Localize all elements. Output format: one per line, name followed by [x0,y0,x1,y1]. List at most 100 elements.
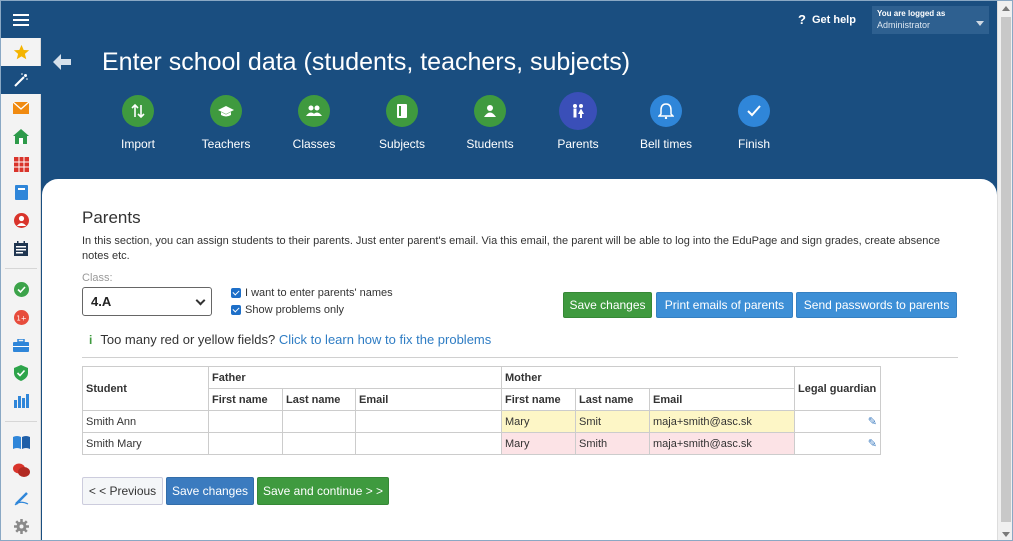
svg-text:1+: 1+ [16,314,26,322]
grade-badge-icon: 1+ [13,309,29,325]
parents-table: Student Father Mother Legal guardian Fir… [82,366,881,455]
mother-last-input[interactable]: Smith [575,432,650,455]
sidebar-item-settings[interactable] [1,512,41,540]
father-last-input[interactable] [282,410,356,433]
father-email-input[interactable] [355,410,502,433]
person-icon [474,95,506,127]
class-select[interactable]: 4.A [82,287,212,316]
user-menu[interactable]: You are logged as Administrator [872,6,989,34]
gear-icon [13,518,29,534]
scroll-up-icon[interactable] [1002,6,1010,11]
sidebar-item-security[interactable] [1,359,41,387]
shield-icon [14,365,28,381]
menu-icon[interactable] [1,1,41,38]
sidebar-item-favorites[interactable] [1,38,41,66]
open-book-icon [12,435,30,449]
father-last-input[interactable] [282,432,356,455]
sidebar-item-attendance[interactable] [1,275,41,303]
sidebar-item-messages[interactable] [1,94,41,122]
chevron-down-icon [195,295,206,306]
notepad-icon [14,240,28,256]
father-last-header: Last name [282,388,356,411]
pencil-icon[interactable]: ✎ [868,415,877,428]
graduation-cap-icon [210,95,242,127]
info-line: i Too many red or yellow fields? Click t… [89,332,491,347]
content-card: Parents In this section, you can assign … [42,179,997,540]
fix-problems-link[interactable]: Click to learn how to fix the problems [279,332,491,347]
problems-only-checkbox[interactable]: Show problems only [231,304,344,316]
step-subjects[interactable]: Subjects [357,95,447,151]
mother-email-input[interactable]: maja+smith@asc.sk [649,410,795,433]
back-arrow-icon[interactable] [52,52,72,72]
mother-email-header: Email [649,388,795,411]
briefcase-icon [13,338,29,352]
info-text: Too many red or yellow fields? Click to … [100,332,491,347]
class-value: 4.A [91,294,112,309]
scroll-thumb[interactable] [1001,17,1011,522]
print-emails-button[interactable]: Print emails of parents [656,292,793,318]
sidebar-item-notes[interactable] [1,234,41,262]
step-label: Classes [292,137,336,151]
sidebar-item-home[interactable] [1,122,41,150]
step-classes[interactable]: Classes [269,95,359,151]
save-changes-button[interactable]: Save changes [563,292,652,318]
pencil-icon[interactable]: ✎ [868,437,877,450]
wizard-header: Enter school data (students, teachers, s… [42,38,997,193]
step-parents[interactable]: Parents [533,92,623,151]
step-label: Finish [737,137,770,151]
get-help-button[interactable]: ? Get help [798,12,856,27]
step-import[interactable]: Import [93,95,183,151]
top-bar: ? Get help You are logged as Administrat… [1,1,1012,38]
sidebar-item-users[interactable] [1,206,41,234]
chevron-down-icon [976,21,984,26]
sidebar-item-timetable[interactable] [1,150,41,178]
step-teachers[interactable]: Teachers [181,95,271,151]
mother-email-input[interactable]: maja+smith@asc.sk [649,432,795,455]
save-changes-bottom-button[interactable]: Save changes [166,477,254,505]
checkbox-label: I want to enter parents' names [245,287,393,299]
step-label: Students [466,137,514,151]
sidebar-item-book[interactable] [1,178,41,206]
section-title: Parents [82,208,141,227]
scroll-down-icon[interactable] [1002,532,1010,537]
vertical-scrollbar[interactable] [997,1,1012,540]
mother-first-header: First name [501,388,576,411]
sidebar-item-wizard[interactable] [1,66,41,94]
mother-last-header: Last name [575,388,650,411]
send-passwords-button[interactable]: Send passwords to parents [796,292,957,318]
mother-first-input[interactable]: Mary [501,410,576,433]
chat-bubbles-icon [12,463,30,477]
step-label: Subjects [378,137,426,151]
previous-button[interactable]: < < Previous [82,477,163,505]
sidebar: 1+ [1,38,41,540]
step-finish[interactable]: Finish [709,95,799,151]
father-first-input[interactable] [208,432,283,455]
sidebar-item-library[interactable] [1,428,41,456]
book-icon [14,184,28,200]
enter-names-checkbox[interactable]: I want to enter parents' names [231,287,393,299]
sidebar-item-statistics[interactable] [1,387,41,415]
mother-header: Mother [501,366,795,389]
sidebar-item-tools[interactable] [1,331,41,359]
step-label: Parents [557,137,599,151]
sidebar-item-grades[interactable]: 1+ [1,303,41,331]
mother-first-input[interactable]: Mary [501,432,576,455]
mother-last-input[interactable]: Smit [575,410,650,433]
parents-icon [559,92,597,130]
father-email-input[interactable] [355,432,502,455]
sidebar-item-edit[interactable] [1,484,41,512]
student-cell: Smith Ann [82,410,209,433]
group-icon [298,95,330,127]
section-description: In this section, you can assign students… [82,235,940,262]
father-first-header: First name [208,388,283,411]
calendar-grid-icon [13,156,29,172]
envelope-icon [13,102,29,114]
sidebar-item-chat[interactable] [1,456,41,484]
save-continue-button[interactable]: Save and continue > > [257,477,389,505]
sidebar-divider [5,421,37,422]
step-bell-times[interactable]: Bell times [621,95,711,151]
import-icon [122,95,154,127]
father-first-input[interactable] [208,410,283,433]
step-students[interactable]: Students [445,95,535,151]
checkbox-checked-icon [231,305,241,315]
